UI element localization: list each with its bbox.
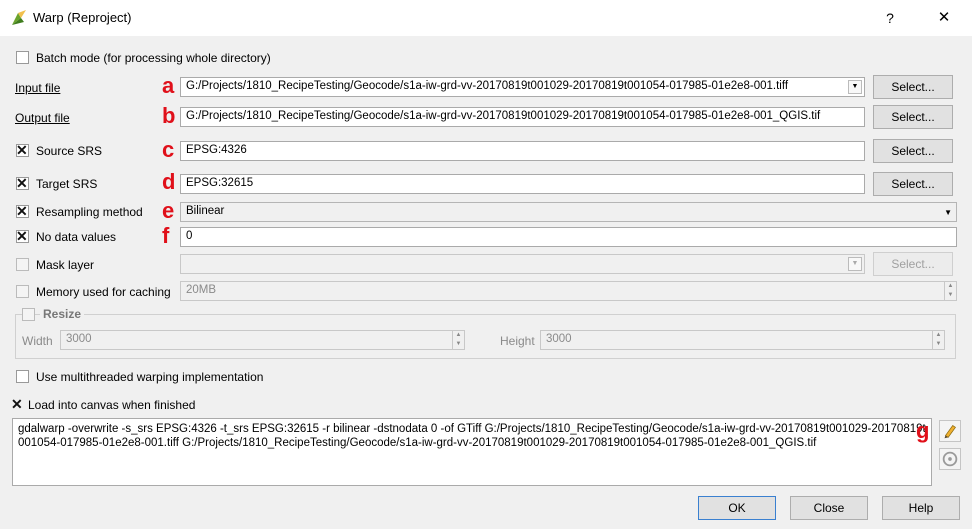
titlebar-help-button[interactable]: ? <box>880 8 900 28</box>
mask-layer-checkbox[interactable] <box>16 258 29 271</box>
load-canvas-label: Load into canvas when finished <box>28 398 196 412</box>
nodata-checkbox[interactable] <box>16 228 29 245</box>
source-srs-value: EPSG:4326 <box>186 144 247 156</box>
marker-e: e <box>162 198 175 223</box>
title-bar: Warp (Reproject) ? ✕ <box>0 0 972 36</box>
titlebar-close-icon[interactable]: ✕ <box>932 6 956 30</box>
target-srs-select-button[interactable]: Select... <box>873 172 953 196</box>
spinner-arrows-icon[interactable]: ▲ ▼ <box>452 331 464 349</box>
batch-mode-label: Batch mode (for processing whole directo… <box>36 51 271 65</box>
pencil-icon <box>944 425 956 439</box>
target-srs-input[interactable]: EPSG:32615 <box>180 174 865 194</box>
height-value: 3000 <box>546 333 572 345</box>
reset-circle-icon <box>942 451 958 467</box>
chevron-down-icon: ▼ <box>944 208 952 217</box>
mask-layer-select-button[interactable]: Select... <box>873 252 953 276</box>
marker-d: d <box>162 169 176 194</box>
memory-label: Memory used for caching <box>36 285 171 299</box>
source-srs-label: Source SRS <box>36 144 103 158</box>
memory-checkbox[interactable] <box>16 285 29 298</box>
mask-layer-combo[interactable]: ▼ <box>180 254 865 274</box>
output-file-label: Output file <box>15 111 70 125</box>
source-srs-checkbox[interactable] <box>16 142 29 159</box>
target-srs-value: EPSG:32615 <box>186 177 254 189</box>
warp-app-icon <box>12 10 26 25</box>
help-button[interactable]: Help <box>882 496 960 520</box>
resize-label: Resize <box>40 307 85 321</box>
multithread-label: Use multithreaded warping implementation <box>36 370 264 384</box>
output-file-select-button[interactable]: Select... <box>873 105 953 129</box>
edit-pencil-button[interactable] <box>939 420 961 442</box>
width-spinbox[interactable]: 3000 ▲ ▼ <box>60 330 465 350</box>
input-file-select-button[interactable]: Select... <box>873 75 953 99</box>
width-value: 3000 <box>66 333 92 345</box>
input-file-combo[interactable]: G:/Projects/1810_RecipeTesting/Geocode/s… <box>180 77 865 97</box>
output-file-input[interactable]: G:/Projects/1810_RecipeTesting/Geocode/s… <box>180 107 865 127</box>
resampling-value: Bilinear <box>186 205 225 217</box>
marker-g: g <box>916 418 930 443</box>
reset-button[interactable] <box>939 448 961 470</box>
spinner-arrows-icon[interactable]: ▲ ▼ <box>932 331 944 349</box>
marker-b: b <box>162 103 176 128</box>
command-textarea[interactable]: gdalwarp -overwrite -s_srs EPSG:4326 -t_… <box>12 418 932 486</box>
resize-checkbox[interactable] <box>22 308 35 321</box>
nodata-input[interactable]: 0 <box>180 227 957 247</box>
resampling-label: Resampling method <box>36 205 143 219</box>
output-file-label-text: Output file <box>15 111 70 125</box>
load-canvas-checkbox[interactable] <box>11 396 24 413</box>
marker-c: c <box>162 137 175 162</box>
input-file-value: G:/Projects/1810_RecipeTesting/Geocode/s… <box>186 80 789 92</box>
mask-layer-label: Mask layer <box>36 258 95 272</box>
warp-dialog: Warp (Reproject) ? ✕ Batch mode (for pro… <box>0 0 972 529</box>
target-srs-label: Target SRS <box>36 177 98 191</box>
ok-button[interactable]: OK <box>698 496 776 520</box>
batch-mode-checkbox[interactable] <box>16 51 29 64</box>
width-label: Width <box>22 334 53 348</box>
chevron-down-icon[interactable]: ▼ <box>848 80 862 94</box>
window-title: Warp (Reproject) <box>33 10 132 25</box>
chevron-down-icon: ▼ <box>848 257 862 271</box>
close-button[interactable]: Close <box>790 496 868 520</box>
spinner-arrows-icon[interactable]: ▲ ▼ <box>944 282 956 300</box>
input-file-label: Input file <box>15 81 60 95</box>
source-srs-input[interactable]: EPSG:4326 <box>180 141 865 161</box>
memory-spinbox[interactable]: 20MB ▲ ▼ <box>180 281 957 301</box>
target-srs-checkbox[interactable] <box>16 175 29 192</box>
resampling-dropdown[interactable]: Bilinear ▼ <box>180 202 957 222</box>
memory-value: 20MB <box>186 284 217 296</box>
source-srs-select-button[interactable]: Select... <box>873 139 953 163</box>
height-label: Height <box>500 334 535 348</box>
multithread-checkbox[interactable] <box>16 370 29 383</box>
marker-f: f <box>162 223 170 248</box>
input-file-label-text: Input file <box>15 81 61 95</box>
resampling-checkbox[interactable] <box>16 203 29 220</box>
nodata-value: 0 <box>186 230 193 242</box>
height-spinbox[interactable]: 3000 ▲ ▼ <box>540 330 945 350</box>
nodata-label: No data values <box>36 230 117 244</box>
output-file-value: G:/Projects/1810_RecipeTesting/Geocode/s… <box>186 110 821 122</box>
marker-a: a <box>162 73 175 98</box>
